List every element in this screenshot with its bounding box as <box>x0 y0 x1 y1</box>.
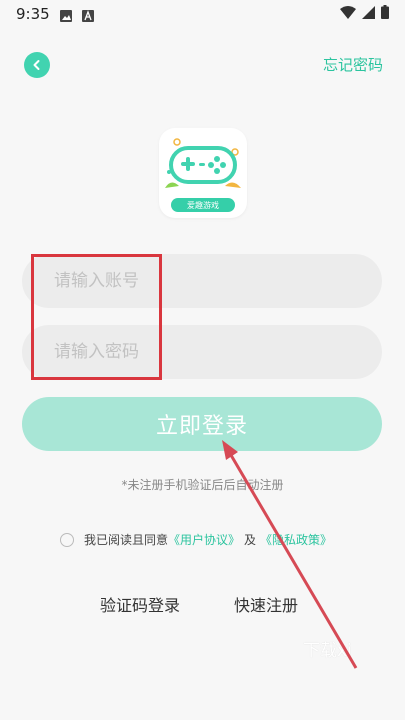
watermark: 下载xi <box>303 641 352 661</box>
agreement-prefix: 我已阅读且同意 <box>84 533 169 547</box>
app-logo: 爱趣游戏 <box>159 128 247 218</box>
wifi-icon <box>340 5 356 23</box>
chevron-left-icon <box>33 60 40 70</box>
status-time: 9:35 <box>16 5 50 23</box>
sms-login-link[interactable]: 验证码登录 <box>100 592 180 616</box>
agreement-and: 及 <box>244 533 257 547</box>
image-icon <box>59 8 72 22</box>
agreement-row: 我已阅读且同意 《用户协议》 及 《隐私政策》 <box>60 531 332 548</box>
battery-icon <box>381 5 389 23</box>
agreement-checkbox[interactable] <box>60 532 74 547</box>
user-agreement-link[interactable]: 《用户协议》 <box>168 531 240 548</box>
font-icon <box>81 8 94 22</box>
auto-register-hint: *未注册手机验证后后自动注册 <box>121 478 284 492</box>
status-bar: 9:35 <box>0 0 405 28</box>
logo-badge: 爱趣游戏 <box>171 198 235 212</box>
status-left: 9:35 <box>16 5 94 23</box>
forgot-password-link[interactable]: 忘记密码 <box>323 54 383 75</box>
privacy-policy-link[interactable]: 《隐私政策》 <box>260 531 332 548</box>
signal-icon <box>362 5 375 23</box>
back-button[interactable] <box>24 52 50 78</box>
quick-register-link[interactable]: 快速注册 <box>234 592 298 616</box>
status-right <box>340 5 389 23</box>
highlight-box <box>31 254 162 380</box>
login-button[interactable]: 立即登录 <box>22 397 382 451</box>
